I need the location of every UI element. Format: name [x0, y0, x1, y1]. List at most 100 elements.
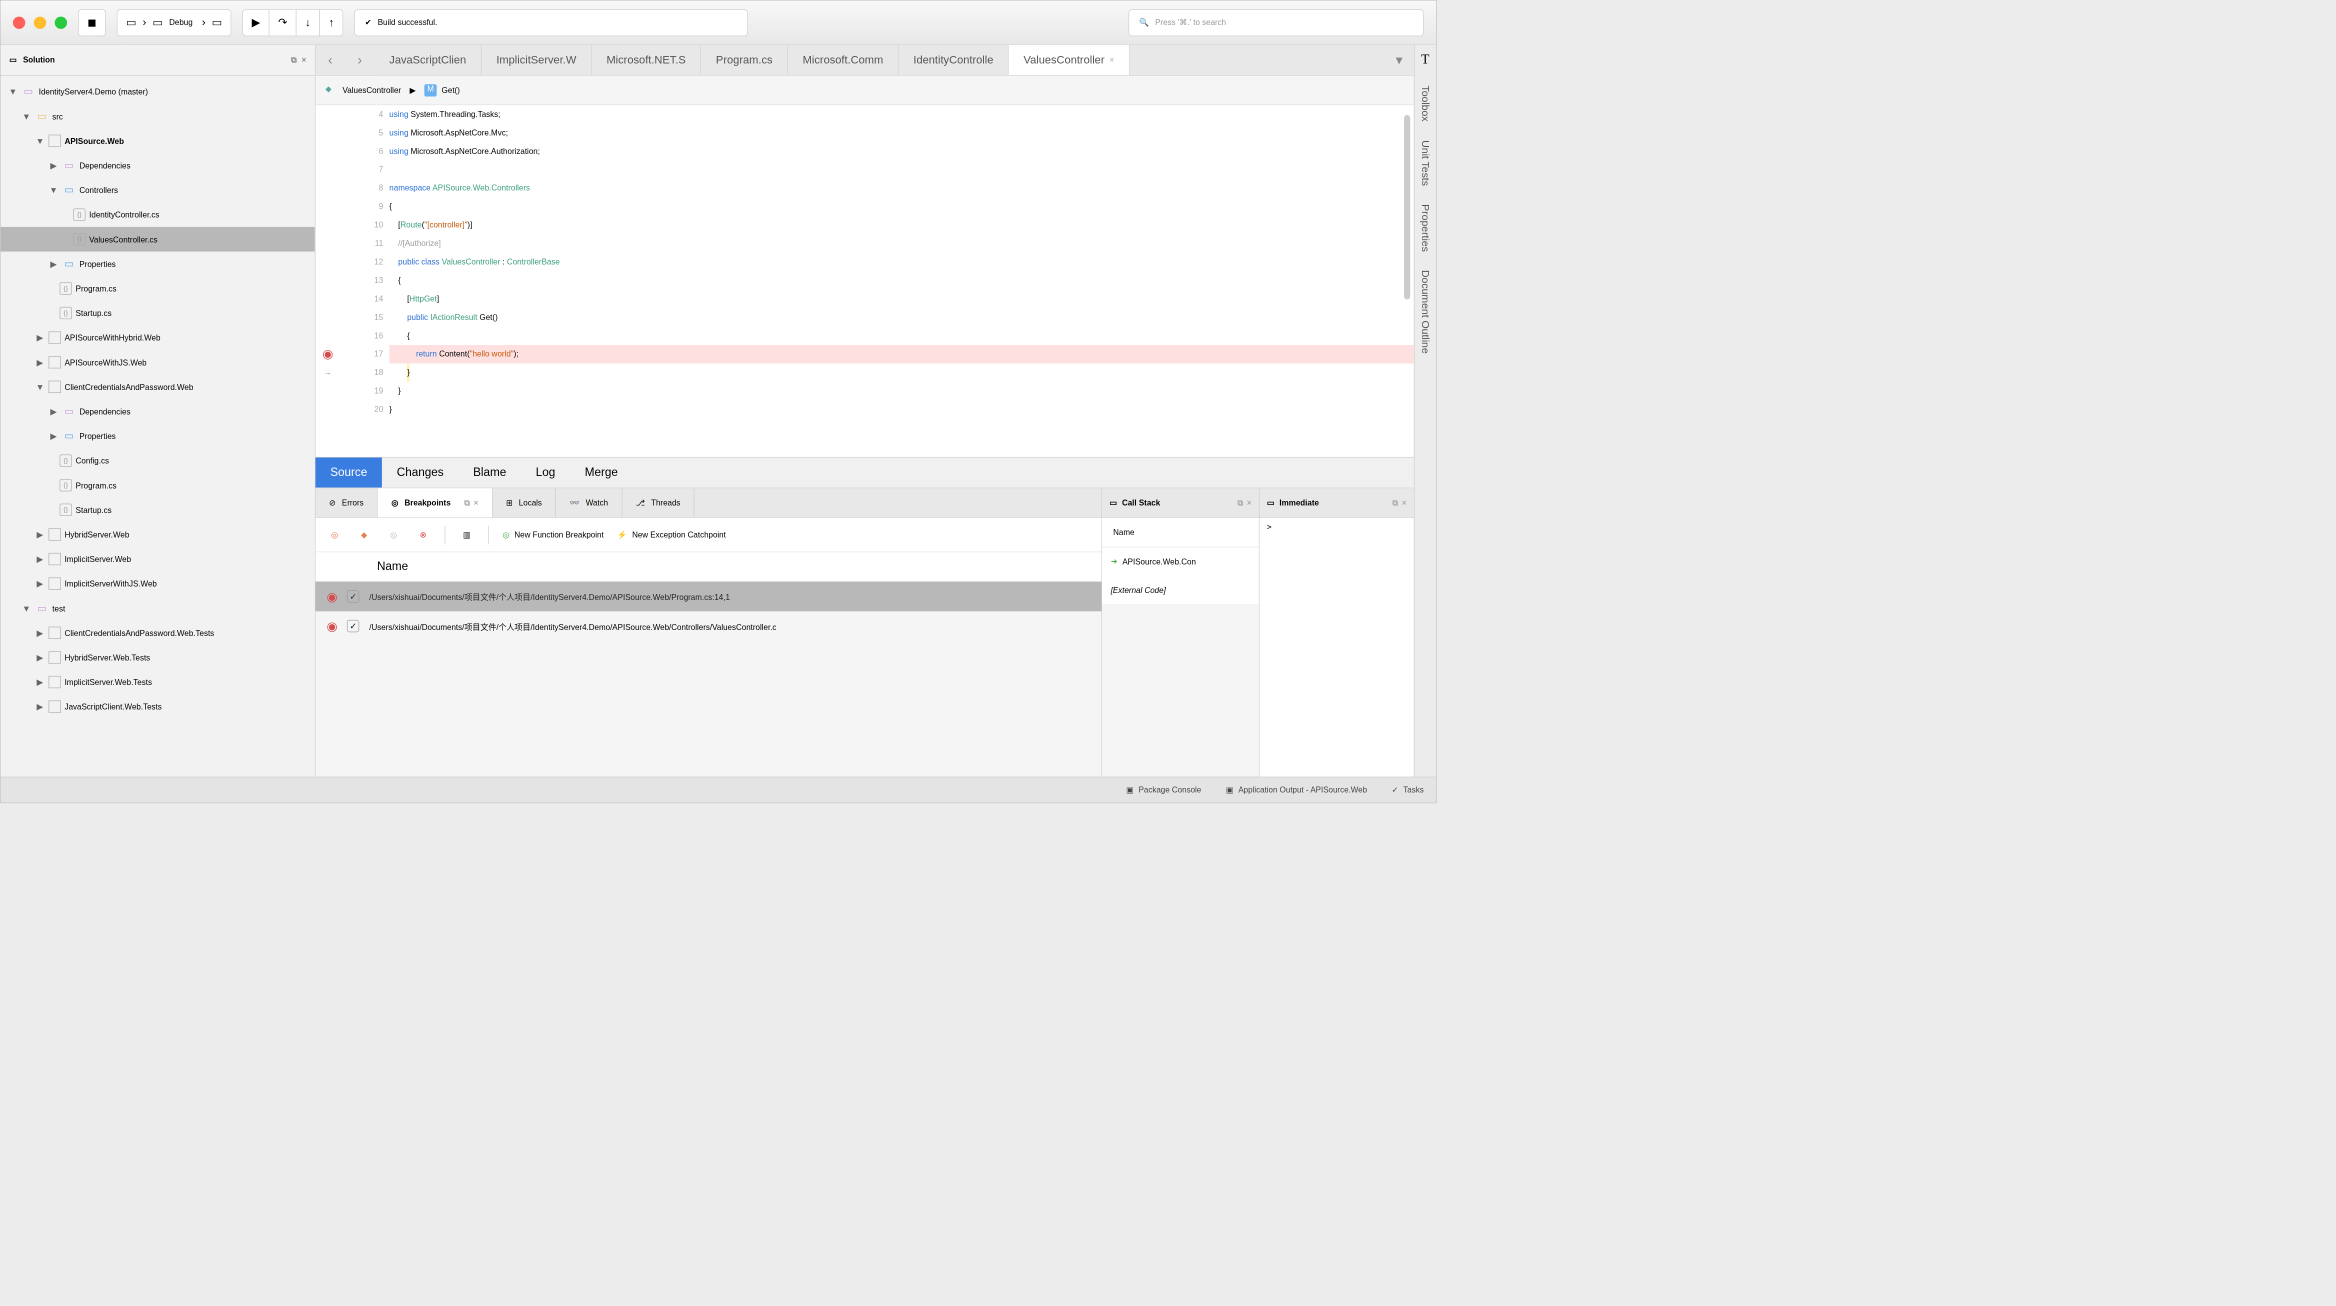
- close-icon[interactable]: ×: [1402, 498, 1407, 508]
- right-sidebar: T Toolbox Unit Tests Properties Document Ou…: [1414, 45, 1436, 777]
- undock-icon[interactable]: ⧉: [291, 55, 297, 65]
- tree-apisource[interactable]: ▼APISource.Web: [1, 129, 315, 154]
- tree-properties[interactable]: ▶▭Properties: [1, 252, 315, 277]
- bp-disable-icon[interactable]: ◎: [386, 527, 402, 543]
- rightbar-unit-tests[interactable]: Unit Tests: [1419, 140, 1431, 186]
- nav-forward[interactable]: ›: [345, 45, 375, 75]
- close-panel-icon[interactable]: ×: [302, 55, 307, 65]
- close-icon[interactable]: ×: [474, 498, 479, 508]
- new-exception-catchpoint[interactable]: ⚡New Exception Catchpoint: [617, 530, 726, 540]
- tree-cc[interactable]: ▼ClientCredentialsAndPassword.Web: [1, 375, 315, 400]
- tree-deps[interactable]: ▶▭Dependencies: [1, 153, 315, 178]
- tree-js[interactable]: ▶APISourceWithJS.Web: [1, 350, 315, 375]
- minimize-window[interactable]: [34, 16, 46, 28]
- tree-cc-program[interactable]: {}Program.cs: [1, 473, 315, 498]
- tree-t4[interactable]: ▶JavaScriptClient.Web.Tests: [1, 694, 315, 719]
- breadcrumb-class[interactable]: ValuesController: [343, 85, 402, 94]
- tree-src[interactable]: ▼▭src: [1, 104, 315, 129]
- tree-cc-deps[interactable]: ▶▭Dependencies: [1, 399, 315, 424]
- tree-valuescontroller[interactable]: {}ValuesController.cs: [1, 227, 315, 252]
- tree-hs[interactable]: ▶HybridServer.Web: [1, 522, 315, 547]
- editor-scrollbar[interactable]: [1404, 115, 1410, 300]
- undock-icon[interactable]: ⧉: [464, 498, 470, 508]
- tree-program[interactable]: {}Program.cs: [1, 276, 315, 301]
- stop-button[interactable]: ◼: [78, 9, 106, 36]
- tree-controllers[interactable]: ▼▭Controllers: [1, 178, 315, 203]
- tree-hybrid[interactable]: ▶APISourceWithHybrid.Web: [1, 325, 315, 350]
- new-function-breakpoint[interactable]: ◎New Function Breakpoint: [502, 530, 603, 540]
- sourcebar-changes[interactable]: Changes: [382, 458, 458, 488]
- rightbar-document-outline[interactable]: Document Outline: [1419, 270, 1431, 354]
- bp-checkbox[interactable]: ✓: [347, 620, 359, 632]
- close-window[interactable]: [13, 16, 25, 28]
- callstack-row[interactable]: ➜APISource.Web.Con: [1102, 547, 1259, 575]
- tree-isjs[interactable]: ▶ImplicitServerWithJS.Web: [1, 571, 315, 596]
- bp-row[interactable]: ◉✓/Users/xishuai/Documents/项目文件/个人项目/Ide…: [315, 611, 1101, 641]
- search-field[interactable]: 🔍 Press '⌘.' to search: [1129, 9, 1424, 36]
- rightbar-properties[interactable]: Properties: [1419, 204, 1431, 252]
- editor-tab[interactable]: Program.cs: [701, 45, 788, 75]
- editor-tab[interactable]: ImplicitServer.W: [482, 45, 592, 75]
- tab-breakpoints[interactable]: ◎Breakpoints⧉×: [378, 488, 493, 517]
- tree-identitycontroller[interactable]: {}IdentityController.cs: [1, 202, 315, 227]
- bp-tag-icon[interactable]: ◆: [356, 527, 372, 543]
- config-selector[interactable]: ▭ › ▭ Debug › ▭: [117, 9, 232, 36]
- maximize-window[interactable]: [55, 16, 67, 28]
- locals-icon: ⊞: [506, 498, 513, 508]
- immediate-input[interactable]: >: [1260, 518, 1414, 777]
- rightbar-toolbox[interactable]: Toolbox: [1419, 85, 1431, 121]
- tab-overflow[interactable]: ▾: [1384, 45, 1414, 75]
- bp-columns-icon[interactable]: ▥: [459, 527, 475, 543]
- editor-tab[interactable]: JavaScriptClien: [375, 45, 482, 75]
- tree-test[interactable]: ▼▭test: [1, 596, 315, 621]
- close-icon[interactable]: ×: [1247, 498, 1252, 508]
- tree-startup[interactable]: {}Startup.cs: [1, 301, 315, 326]
- sourcebar-blame[interactable]: Blame: [458, 458, 521, 488]
- tasks[interactable]: ✓Tasks: [1392, 785, 1424, 795]
- step-out-button[interactable]: ↑: [319, 9, 343, 36]
- callstack-icon: ▭: [1109, 498, 1117, 508]
- tree-cc-startup[interactable]: {}Startup.cs: [1, 498, 315, 523]
- breadcrumb[interactable]: ◆ValuesController ▶ MGet(): [315, 76, 1413, 106]
- tab-locals[interactable]: ⊞Locals: [492, 488, 556, 517]
- tree-t3[interactable]: ▶ImplicitServer.Web.Tests: [1, 670, 315, 695]
- code-editor[interactable]: ◉→ 4567891011121314151617181920 using Sy…: [315, 105, 1413, 457]
- bp-row[interactable]: ◉✓/Users/xishuai/Documents/项目文件/个人项目/Ide…: [315, 582, 1101, 612]
- watch-icon: 👓: [570, 498, 580, 508]
- editor-tab[interactable]: Microsoft.Comm: [788, 45, 899, 75]
- tree-is[interactable]: ▶ImplicitServer.Web: [1, 547, 315, 572]
- bp-enable-icon[interactable]: ◎: [327, 527, 343, 543]
- undock-icon[interactable]: ⧉: [1237, 498, 1243, 508]
- tab-watch[interactable]: 👓Watch: [556, 488, 622, 517]
- tree-t2[interactable]: ▶HybridServer.Web.Tests: [1, 645, 315, 670]
- close-tab-icon[interactable]: ×: [1109, 55, 1114, 64]
- package-console[interactable]: ▣Package Console: [1126, 785, 1201, 795]
- sourcebar-log[interactable]: Log: [521, 458, 570, 488]
- output-icon: ▣: [1226, 785, 1234, 795]
- tree-t1[interactable]: ▶ClientCredentialsAndPassword.Web.Tests: [1, 621, 315, 646]
- tree-root[interactable]: ▼▭IdentityServer4.Demo (master): [1, 79, 315, 104]
- tab-errors[interactable]: ⊘Errors: [315, 488, 377, 517]
- callstack-row[interactable]: [External Code]: [1102, 576, 1259, 604]
- application-output[interactable]: ▣Application Output - APISource.Web: [1226, 785, 1367, 795]
- sourcebar-source[interactable]: Source: [315, 458, 382, 488]
- solution-tree[interactable]: ▼▭IdentityServer4.Demo (master) ▼▭src ▼A…: [1, 76, 315, 777]
- breadcrumb-method[interactable]: Get(): [442, 85, 460, 94]
- step-into-button[interactable]: ↓: [296, 9, 320, 36]
- text-tool-icon[interactable]: T: [1421, 51, 1429, 67]
- tree-cc-config[interactable]: {}Config.cs: [1, 448, 315, 473]
- tab-threads[interactable]: ⎇Threads: [622, 488, 694, 517]
- editor-tab[interactable]: IdentityControlle: [899, 45, 1009, 75]
- step-over-button[interactable]: ↷: [269, 9, 297, 36]
- tree-cc-props[interactable]: ▶▭Properties: [1, 424, 315, 449]
- undock-icon[interactable]: ⧉: [1392, 498, 1398, 508]
- play-button[interactable]: ▶: [242, 9, 269, 36]
- sourcebar-merge[interactable]: Merge: [570, 458, 633, 488]
- breakpoint-marker[interactable]: ◉: [315, 345, 340, 363]
- editor-tab[interactable]: Microsoft.NET.S: [592, 45, 701, 75]
- nav-back[interactable]: ‹: [315, 45, 345, 75]
- editor-tab[interactable]: ValuesController×: [1009, 45, 1130, 75]
- breakpoint-icon: ◉: [327, 618, 338, 633]
- bp-delete-icon[interactable]: ⊗: [415, 527, 431, 543]
- bp-checkbox[interactable]: ✓: [347, 590, 359, 602]
